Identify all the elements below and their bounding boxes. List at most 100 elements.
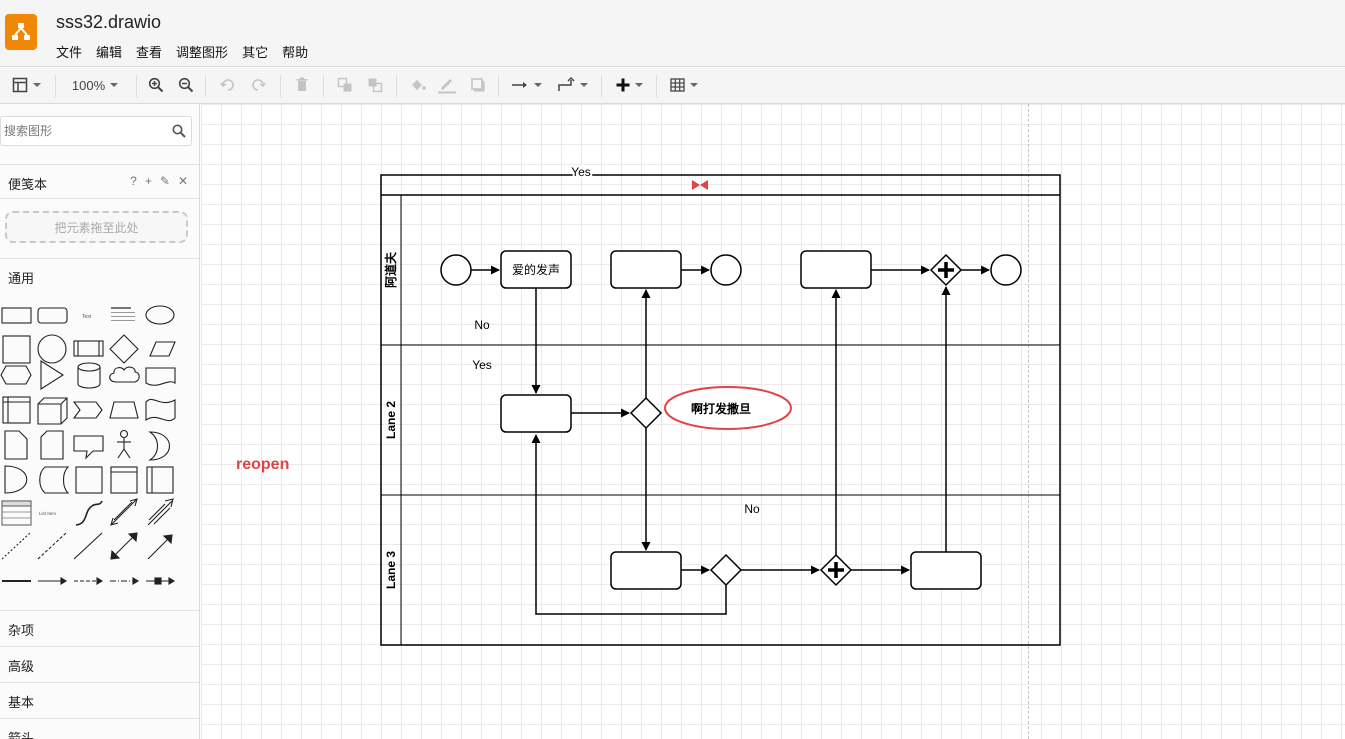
parallel-gateway[interactable] bbox=[819, 553, 853, 587]
search-icon[interactable] bbox=[172, 124, 186, 138]
shape-bidirectional-connector[interactable] bbox=[110, 532, 138, 560]
exclusive-gateway[interactable] bbox=[629, 396, 663, 430]
waypoints-button[interactable] bbox=[554, 75, 590, 95]
shape-text[interactable]: Text bbox=[82, 314, 92, 320]
general-header[interactable]: 通用 bbox=[0, 258, 199, 292]
scratchpad-header[interactable]: 便笺本 ? + ✎ ✕ bbox=[0, 164, 199, 198]
start-event[interactable] bbox=[440, 254, 472, 286]
shape-cylinder[interactable] bbox=[77, 362, 101, 389]
shape-callout[interactable] bbox=[73, 435, 104, 460]
shape-tape[interactable] bbox=[145, 398, 176, 422]
shape-cloud[interactable] bbox=[109, 366, 140, 383]
redo-button[interactable] bbox=[248, 75, 268, 95]
shape-data-storage[interactable] bbox=[39, 466, 70, 494]
sidebar-section-advanced[interactable]: 高级 bbox=[0, 646, 199, 682]
shape-trapezoid[interactable] bbox=[109, 401, 139, 419]
shape-circle[interactable] bbox=[37, 334, 67, 364]
shape-card[interactable] bbox=[40, 430, 64, 460]
lane-1-label[interactable]: 阿道夫 bbox=[383, 251, 398, 288]
table-button[interactable] bbox=[667, 75, 701, 95]
task[interactable] bbox=[800, 250, 872, 289]
line-color-button[interactable] bbox=[436, 75, 458, 95]
shape-swimlane[interactable] bbox=[110, 466, 138, 494]
connection-style-button[interactable] bbox=[508, 75, 544, 95]
edge-label-no[interactable]: No bbox=[744, 502, 760, 516]
zoom-dropdown[interactable]: 100% bbox=[66, 75, 124, 95]
to-front-button[interactable] bbox=[335, 75, 355, 95]
sidebar-section-arrows[interactable]: 箭头 bbox=[0, 718, 199, 739]
shape-list-item[interactable]: List Item bbox=[39, 511, 56, 516]
menu-arrange[interactable]: 调整图形 bbox=[176, 42, 228, 61]
delete-button[interactable] bbox=[292, 75, 312, 95]
shape-vertical-container[interactable] bbox=[146, 466, 174, 494]
shape-step[interactable] bbox=[72, 401, 103, 419]
zoom-out-button[interactable] bbox=[176, 75, 196, 95]
insert-button[interactable] bbox=[612, 75, 646, 95]
shape-connector-2[interactable] bbox=[74, 577, 104, 585]
shape-square-2[interactable] bbox=[75, 466, 103, 494]
parallel-gateway[interactable] bbox=[929, 253, 963, 287]
task[interactable] bbox=[500, 394, 572, 433]
sidebar-section-misc[interactable]: 杂项 bbox=[0, 610, 199, 646]
lane-2-label[interactable]: Lane 2 bbox=[384, 401, 398, 439]
end-event[interactable] bbox=[990, 254, 1022, 286]
zoom-in-button[interactable] bbox=[146, 75, 166, 95]
shape-connector-4[interactable] bbox=[146, 577, 176, 585]
scratchpad-drop-zone[interactable]: 把元素拖至此处 bbox=[5, 211, 188, 243]
exclusive-gateway[interactable] bbox=[709, 553, 743, 587]
diagram-canvas[interactable]: Yes 阿道夫 Lane 2 Lane 3 爱的发声 啊打发撒旦 No Yes … bbox=[201, 104, 1345, 739]
shape-actor[interactable] bbox=[117, 429, 131, 459]
shape-cube[interactable] bbox=[37, 397, 68, 425]
shape-textbox[interactable] bbox=[111, 307, 135, 321]
pool-label[interactable]: Yes bbox=[569, 163, 593, 181]
reopen-text[interactable]: reopen bbox=[236, 456, 289, 474]
edit-icon[interactable]: ✎ bbox=[160, 174, 170, 188]
shape-parallelogram[interactable] bbox=[149, 341, 176, 357]
shape-bidirectional-arrow[interactable] bbox=[110, 498, 138, 526]
shape-dashed-line[interactable] bbox=[37, 532, 67, 560]
collapse-marker-icon[interactable] bbox=[692, 180, 708, 190]
fill-color-button[interactable] bbox=[408, 75, 428, 95]
format-panel-button[interactable] bbox=[8, 75, 44, 95]
menu-view[interactable]: 查看 bbox=[136, 42, 162, 61]
shape-rounded-rectangle[interactable] bbox=[37, 307, 68, 324]
shape-curve[interactable] bbox=[75, 500, 103, 526]
lane-3-label[interactable]: Lane 3 bbox=[384, 551, 398, 589]
shape-diamond[interactable] bbox=[109, 334, 139, 364]
task[interactable] bbox=[610, 551, 682, 590]
menu-extras[interactable]: 其它 bbox=[242, 42, 268, 61]
shape-ellipse[interactable] bbox=[145, 305, 175, 325]
menu-edit[interactable]: 编辑 bbox=[96, 42, 122, 61]
sidebar-section-basic[interactable]: 基本 bbox=[0, 682, 199, 718]
help-icon[interactable]: ? bbox=[130, 174, 137, 188]
shape-dotted-line[interactable] bbox=[1, 532, 31, 560]
shape-delay[interactable] bbox=[4, 465, 28, 494]
edge-label-yes[interactable]: Yes bbox=[472, 358, 492, 372]
task[interactable] bbox=[610, 250, 682, 289]
undo-button[interactable] bbox=[218, 75, 238, 95]
shape-hexagon[interactable] bbox=[0, 365, 32, 385]
search-input[interactable] bbox=[1, 117, 161, 145]
shape-or[interactable] bbox=[148, 431, 170, 461]
file-title[interactable]: sss32.drawio bbox=[56, 12, 161, 33]
shape-triangle[interactable] bbox=[40, 359, 65, 391]
shape-rectangle[interactable] bbox=[1, 307, 32, 324]
shape-connector-3[interactable] bbox=[110, 577, 140, 585]
end-event[interactable] bbox=[710, 254, 742, 286]
shape-connector-1[interactable] bbox=[38, 577, 68, 585]
add-icon[interactable]: + bbox=[145, 174, 152, 188]
shadow-button[interactable] bbox=[468, 75, 488, 95]
shape-directional-connector[interactable] bbox=[147, 534, 173, 560]
shape-arrow[interactable] bbox=[147, 498, 174, 526]
menu-help[interactable]: 帮助 bbox=[282, 42, 308, 61]
shape-list[interactable] bbox=[1, 500, 32, 526]
shape-line[interactable] bbox=[73, 532, 103, 560]
shape-note[interactable] bbox=[4, 430, 28, 460]
menu-file[interactable]: 文件 bbox=[56, 42, 82, 61]
shape-square[interactable] bbox=[2, 335, 31, 364]
shape-internal-storage[interactable] bbox=[2, 396, 31, 424]
task[interactable] bbox=[910, 551, 982, 590]
shape-document[interactable] bbox=[145, 367, 176, 386]
edge-label-no[interactable]: No bbox=[474, 318, 490, 332]
close-icon[interactable]: ✕ bbox=[178, 174, 188, 188]
